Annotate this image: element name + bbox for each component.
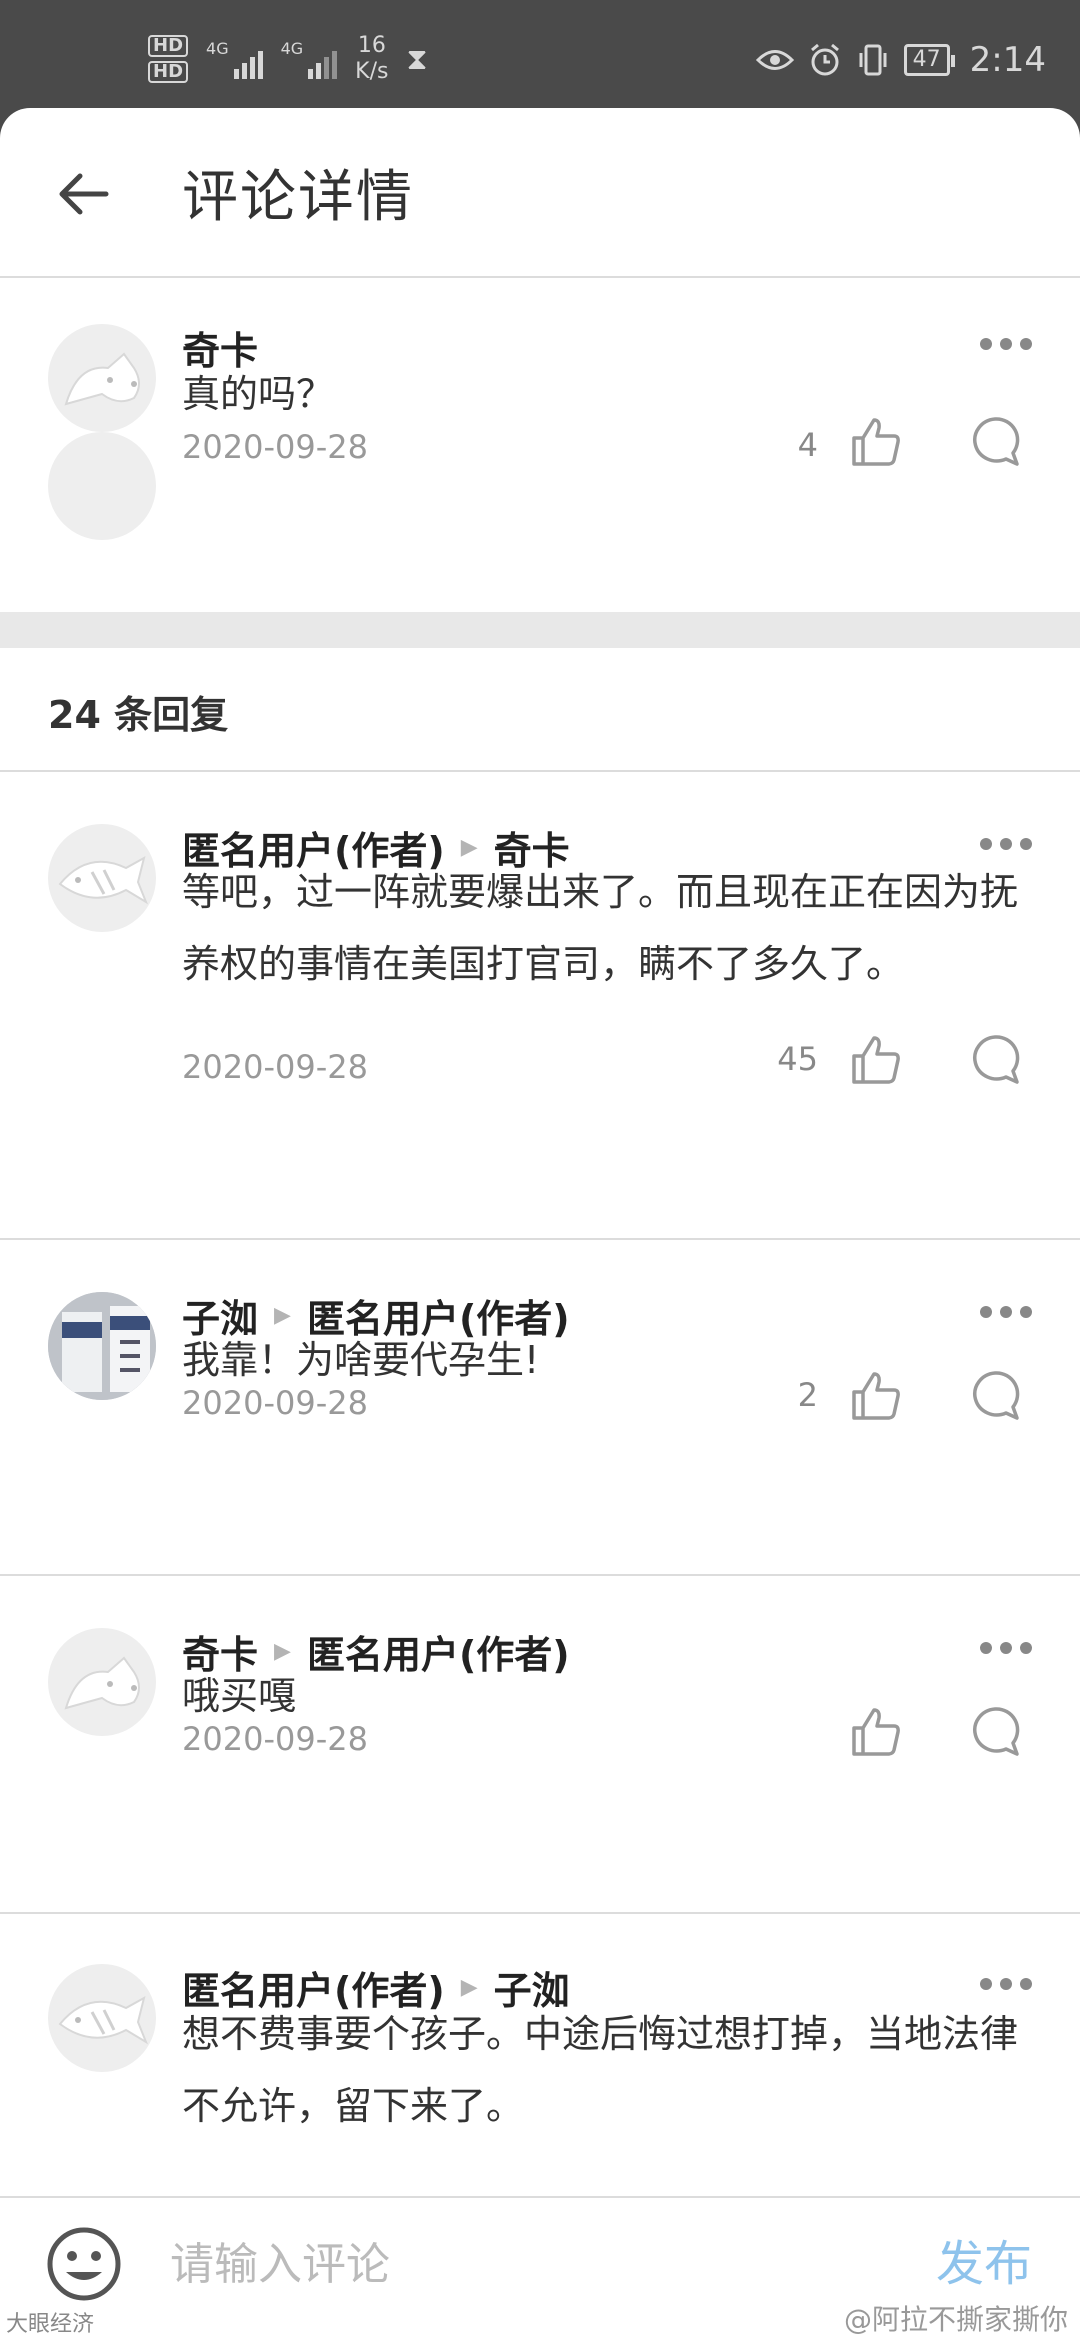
reply-bubble-icon[interactable] [968,1032,1022,1086]
back-arrow-icon[interactable] [52,164,112,224]
eye-icon [755,50,794,70]
reply-2-date: 2020-09-28 [182,1384,368,1422]
watermark-right: @阿拉不撕家撕你 [843,2303,1068,2336]
avatar-dog-icon [64,1656,140,1710]
reply-1-text: 等吧，过一阵就要爆出来了。而且现在正在因为抚养权的事情在美国打官司，瞒不了多久了… [182,870,1019,986]
divider [0,1574,1080,1576]
watermark-left: 大眼经济 [6,2312,95,2337]
hd-indicators: HD HD [148,35,189,83]
reply-bubble-icon[interactable] [968,414,1022,468]
vibrate-icon [859,44,887,76]
emoji-icon[interactable] [44,2224,124,2304]
reply-2-like-count: 2 [797,1376,818,1414]
top-bar: 评论详情 [0,108,1080,278]
reply-bubble-icon[interactable] [968,1704,1022,1758]
alarm-icon [810,43,839,76]
comment-input-bar: 发布 大眼经济 @阿拉不撕家撕你 [0,2196,1080,2340]
network-speed-unit: K/s [355,59,389,84]
avatar-reply-2[interactable] [48,1292,156,1400]
reply-3-date: 2020-09-28 [182,1720,368,1758]
network-speed-value: 16 [357,33,386,58]
more-options-icon[interactable] [980,1978,1032,1992]
avatar-reply-1[interactable] [48,824,156,932]
status-bar: HD HD 4G 4G 16 K/s ⧗ 47 2:14 [0,0,1080,108]
reply-1-like-count: 45 [777,1040,818,1078]
publish-button[interactable]: 发布 [936,2224,1032,2294]
avatar-reply-4[interactable] [48,1964,156,2072]
avatar-reply-3[interactable] [48,1628,156,1736]
main-comment-like-count: 4 [797,426,818,464]
avatar-milk-carton-photo [48,1292,156,1400]
like-thumb-icon[interactable] [848,414,904,470]
like-thumb-icon[interactable] [848,1032,904,1088]
avatar-dog-icon [64,352,140,406]
reply-1-date: 2020-09-28 [182,1048,368,1086]
avatar-fish-icon [58,856,149,905]
signal-icon-1: 4G [206,39,263,79]
avatar-fish-icon [58,1996,149,2045]
comment-input[interactable] [168,2218,892,2310]
network-type-2: 4G [280,39,304,58]
replies-count-header: 24 条回复 [48,693,229,737]
like-thumb-icon[interactable] [848,1704,904,1760]
status-left: HD HD 4G 4G 16 K/s ⧗ [148,33,428,85]
hd-badge-2: HD [148,61,189,83]
section-divider-band [0,612,1080,648]
reply-arrow-icon: ▶ [460,1975,478,2000]
comment-detail-sheet: 评论详情 奇卡 真的吗？ 2020-09-28 4 24 条回复 匿名用户(作者… [0,108,1080,2340]
main-comment-date: 2020-09-28 [182,428,368,466]
like-thumb-icon[interactable] [848,1368,904,1424]
network-speed: 16 K/s [355,33,388,85]
status-time: 2:14 [969,40,1046,80]
main-comment-text: 真的吗？ [182,372,335,416]
battery-icon: 47 [903,44,955,76]
avatar[interactable] [48,432,156,540]
hd-badge-1: HD [148,35,189,57]
hourglass-icon: ⧗ [406,41,428,77]
reply-bubble-icon[interactable] [968,1368,1022,1422]
more-options-icon[interactable] [980,338,1032,352]
more-options-icon[interactable] [980,1306,1032,1320]
avatar-main-comment[interactable] [48,324,156,432]
divider [0,1912,1080,1914]
reply-4-text: 想不费事要个孩子。中途后悔过想打掉，当地法律不允许，留下来了。 [182,2012,1019,2128]
divider [0,1238,1080,1240]
status-right: 47 2:14 [755,40,1046,80]
page-title: 评论详情 [182,165,414,230]
signal-icon-2: 4G [281,39,338,79]
divider [0,770,1080,772]
network-type-1: 4G [206,39,229,58]
more-options-icon[interactable] [980,1642,1032,1656]
more-options-icon[interactable] [980,838,1032,852]
